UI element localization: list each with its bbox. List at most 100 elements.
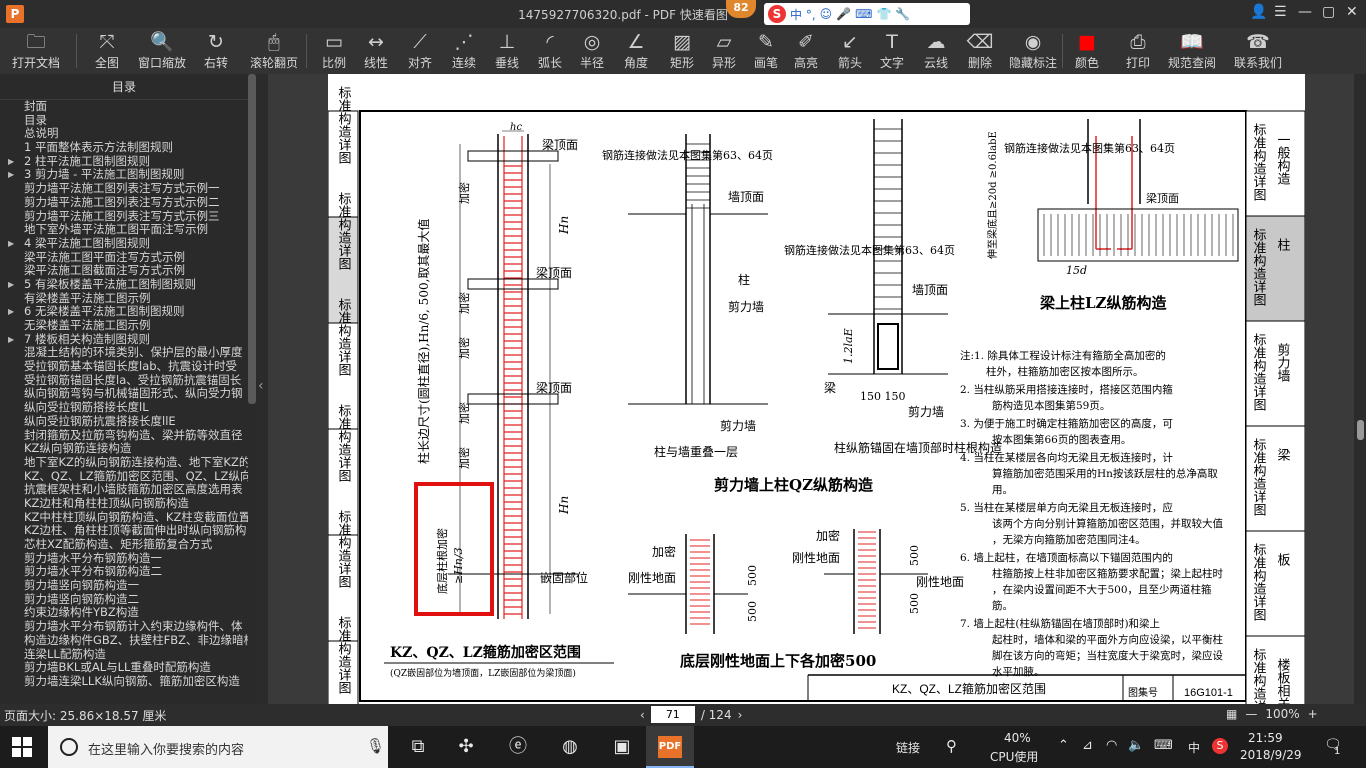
outline-item[interactable]: 剪力墙竖向钢筋构造二 <box>0 593 248 607</box>
toolbar-button-6[interactable]: ↔ 线性 <box>356 28 396 74</box>
next-page-icon[interactable]: › <box>738 708 743 722</box>
outline-item[interactable]: 封闭箍筋及拉筋弯钩构造、梁并筋等效直径 <box>0 429 248 443</box>
toolbar-button-3[interactable]: ↻ 右转 <box>196 28 236 74</box>
emoji-icon[interactable]: ☺ <box>820 7 833 21</box>
outline-item[interactable]: ▶ 5 有梁板楼盖平法施工图制图规则 <box>0 278 248 292</box>
show-hidden-icon[interactable]: ⌃ <box>1058 738 1069 753</box>
toolbar-button-8[interactable]: ⋰ 连续 <box>444 28 484 74</box>
outline-item[interactable]: 1 平面整体表示方法制图规则 <box>0 141 248 155</box>
prev-page-icon[interactable]: ‹ <box>640 708 645 722</box>
outline-item[interactable]: 约束边缘构件YBZ构造 <box>0 606 248 620</box>
page-number-input[interactable]: 71 <box>650 706 695 723</box>
outline-item[interactable]: KZ边柱、角柱柱顶等截面伸出时纵向钢筋构 <box>0 524 248 538</box>
people-icon[interactable]: ⚲ <box>946 737 957 755</box>
toolbar-button-1[interactable]: ⤧ 全图 <box>88 28 126 74</box>
outline-item[interactable]: 总说明 <box>0 127 248 141</box>
toolbar-button-22[interactable]: ■ 颜色 <box>1072 28 1102 74</box>
toolbar-button-4[interactable]: 🖱 滚轮翻页 <box>246 28 302 74</box>
ime-mode[interactable]: 中 °, <box>790 6 816 23</box>
outline-item[interactable]: 受拉钢筋锚固长度la、受拉钢筋抗震锚固长 <box>0 374 248 388</box>
ime-toolbar[interactable]: S 中 °, ☺ 🎤 ⌨ 👕 🔧 <box>764 3 970 25</box>
sidebar-scrollbar[interactable] <box>248 74 256 404</box>
wifi-icon[interactable]: ◠ <box>1106 738 1117 753</box>
sogou-tray-icon[interactable]: S <box>1212 738 1228 754</box>
vertical-scrollbar[interactable] <box>1354 74 1366 704</box>
outline-item[interactable]: 纵向受拉钢筋搭接长度lL <box>0 401 248 415</box>
outline-item[interactable]: ▶ 7 楼板相关构造制图规则 <box>0 333 248 347</box>
taskbar-search[interactable]: 在这里输入你要搜索的内容 🎙 <box>48 726 388 768</box>
toolbar-button-23[interactable]: ⎙ 打印 <box>1120 28 1156 74</box>
close-icon[interactable]: ✕ <box>1346 4 1358 20</box>
voice-icon[interactable]: 🎤 <box>836 7 851 21</box>
outline-item[interactable]: 受拉钢筋基本锚固长度lab、抗震设计时受 <box>0 360 248 374</box>
outline-item[interactable]: 剪力墙竖向钢筋构造一 <box>0 579 248 593</box>
toolbar-button-19[interactable]: ☁ 云线 <box>918 28 954 74</box>
toolbar-button-9[interactable]: ⊥ 垂线 <box>488 28 526 74</box>
outline-item[interactable]: 构造边缘构件GBZ、扶壁柱FBZ、非边缘暗柱 <box>0 634 248 648</box>
outline-item[interactable]: 有梁楼盖平法施工图示例 <box>0 292 248 306</box>
clock-time[interactable]: 21:59 <box>1248 731 1283 745</box>
toolbar-button-18[interactable]: T 文字 <box>874 28 910 74</box>
outline-item[interactable]: 剪力墙水平分布钢筋构造一 <box>0 552 248 566</box>
outline-item[interactable]: 梁平法施工图平面注写方式示例 <box>0 251 248 265</box>
outline-item[interactable]: 封面 <box>0 100 248 114</box>
outline-item[interactable]: 剪力墙平法施工图列表注写方式示例二 <box>0 196 248 210</box>
pdf-app-taskbar-button[interactable]: PDF <box>646 726 694 768</box>
expand-arrow-icon[interactable]: ▶ <box>8 305 14 319</box>
toolbar-button-21[interactable]: ◉ 隐藏标注 <box>1006 28 1060 74</box>
outline-item[interactable]: ▶ 4 梁平法施工图制图规则 <box>0 237 248 251</box>
toolbar-button-14[interactable]: ▱ 异形 <box>704 28 744 74</box>
toolbar-button-12[interactable]: ∠ 角度 <box>614 28 658 74</box>
outline-item[interactable]: 芯柱XZ配筋构造、矩形箍筋复合方式 <box>0 538 248 552</box>
maximize-icon[interactable]: ▢ <box>1322 4 1335 20</box>
network-icon[interactable]: ⊿ <box>1082 738 1093 753</box>
outline-item[interactable]: 连梁LL配筋构造 <box>0 648 248 662</box>
ie-browser-icon[interactable]: ⓔ <box>506 736 530 758</box>
toolbar-button-16[interactable]: ✐ 高亮 <box>788 28 824 74</box>
outline-item[interactable]: 纵向钢筋弯钩与机械锚固形式、纵向受力钢 <box>0 387 248 401</box>
outline-item[interactable]: 地下室KZ的纵向钢筋连接构造、地下室KZ的 <box>0 456 248 470</box>
expand-arrow-icon[interactable]: ▶ <box>8 333 14 347</box>
skin-icon[interactable]: 👕 <box>876 7 891 21</box>
clock-date[interactable]: 2018/9/29 <box>1240 748 1302 762</box>
toolbar-button-5[interactable]: ▭ 比例 <box>316 28 352 74</box>
expand-arrow-icon[interactable]: ▶ <box>8 278 14 292</box>
outline-item[interactable]: 剪力墙平法施工图列表注写方式示例一 <box>0 182 248 196</box>
keyboard-icon[interactable]: ⌨ <box>1154 738 1173 753</box>
fan-app-icon[interactable]: ✣ <box>454 736 478 758</box>
toolbar-button-20[interactable]: ⌫ 删除 <box>962 28 998 74</box>
toolbar-button-13[interactable]: ▨ 矩形 <box>662 28 702 74</box>
notification-badge[interactable]: 82 <box>726 0 756 18</box>
toolbar-button-15[interactable]: ✎ 画笔 <box>748 28 784 74</box>
toolbar-button-7[interactable]: ⟋ 对齐 <box>400 28 440 74</box>
outline-item[interactable]: 无梁楼盖平法施工图示例 <box>0 319 248 333</box>
keyboard-icon[interactable]: ⌨ <box>855 7 872 21</box>
outline-item[interactable]: ▶ 3 剪力墙 - 平法施工图制图规则 <box>0 168 248 182</box>
outline-item[interactable]: 剪力墙连梁LLK纵向钢筋、箍筋加密区构造 <box>0 675 248 689</box>
collapse-sidebar-button[interactable]: ‹ <box>256 74 268 704</box>
view-mode-icon[interactable]: ▦ <box>1226 707 1237 721</box>
outline-item[interactable]: 混凝土结构的环境类别、保护层的最小厚度 <box>0 346 248 360</box>
link-label[interactable]: 链接 <box>896 739 920 756</box>
zoom-out-icon[interactable]: — <box>1245 707 1257 721</box>
outline-item[interactable]: 剪力墙BKL或AL与LL重叠时配筋构造 <box>0 661 248 675</box>
outline-item[interactable]: KZ中柱柱顶纵向钢筋构造、KZ柱变截面位置 <box>0 511 248 525</box>
outline-item[interactable]: ▶ 2 柱平法施工图制图规则 <box>0 155 248 169</box>
scroll-thumb[interactable] <box>1357 420 1364 440</box>
microphone-icon[interactable]: 🎙 <box>366 737 385 755</box>
task-view-icon[interactable]: ⧉ <box>406 736 430 758</box>
minimize-icon[interactable]: — <box>1298 4 1312 20</box>
expand-arrow-icon[interactable]: ▶ <box>8 237 14 251</box>
outline-item[interactable]: 目录 <box>0 114 248 128</box>
outline-item[interactable]: KZ边柱和角柱柱顶纵向钢筋构造 <box>0 497 248 511</box>
toolbar-button-0[interactable]: 🗀 打开文档 <box>4 28 68 74</box>
toolbar-button-11[interactable]: ◎ 半径 <box>574 28 610 74</box>
browser-icon[interactable]: ◍ <box>558 736 582 758</box>
outline-item[interactable]: 抗震框架柱和小墙肢箍筋加密区高度选用表 <box>0 483 248 497</box>
expand-arrow-icon[interactable]: ▶ <box>8 155 14 169</box>
input-language[interactable]: 中 <box>1188 739 1200 756</box>
outline-item[interactable]: ▶ 6 无梁楼盖平法施工图制图规则 <box>0 305 248 319</box>
outline-item[interactable]: 剪力墙水平分布钢筋构造二 <box>0 565 248 579</box>
outline-item[interactable]: KZ、QZ、LZ箍筋加密区范围、QZ、LZ纵向钢筋 <box>0 470 248 484</box>
outline-item[interactable]: 地下室外墙平法施工图平面注写示例 <box>0 223 248 237</box>
